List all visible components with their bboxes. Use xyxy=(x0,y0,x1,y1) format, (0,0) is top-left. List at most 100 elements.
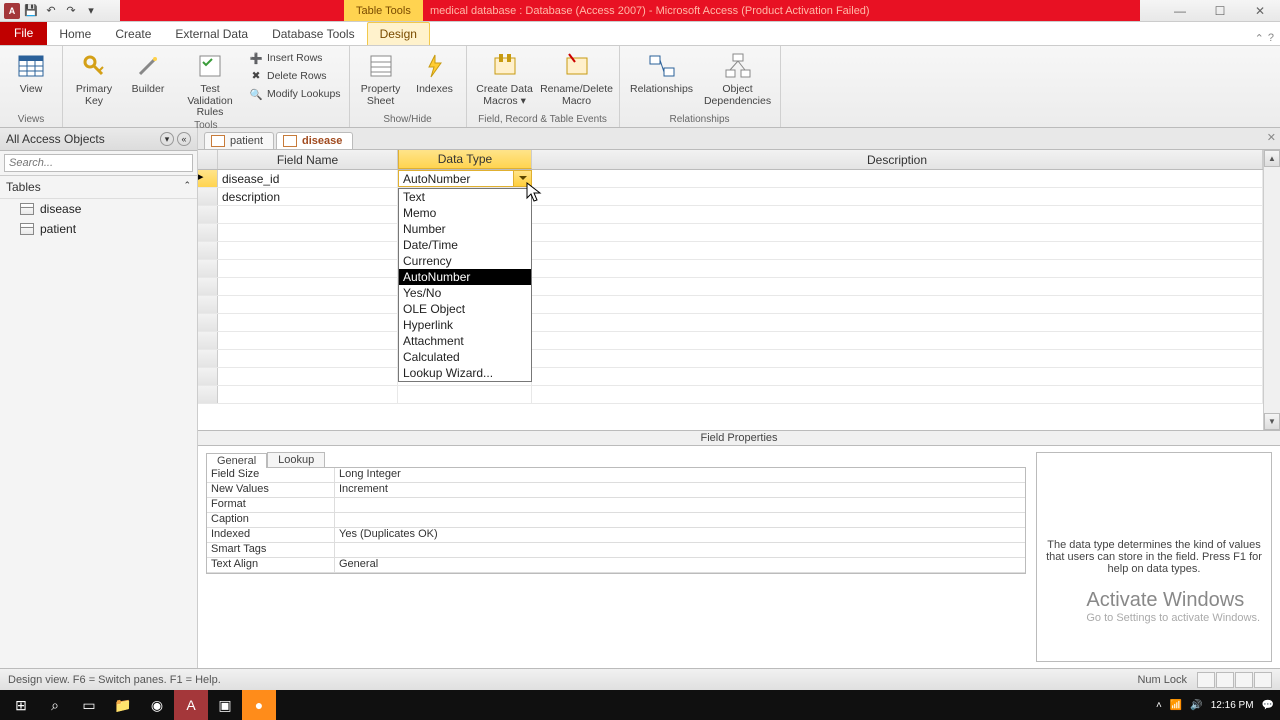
field-property-row[interactable]: Text AlignGeneral xyxy=(207,558,1025,573)
row-selector-header[interactable] xyxy=(198,150,218,169)
datatype-option[interactable]: Memo xyxy=(399,205,531,221)
tab-create[interactable]: Create xyxy=(103,23,163,45)
tray-chevron-icon[interactable]: ˄ xyxy=(1156,700,1162,711)
rename-delete-macro-button[interactable]: Rename/Delete Macro xyxy=(541,48,613,107)
insert-rows-button[interactable]: ➕Insert Rows xyxy=(247,50,343,66)
delete-rows-button[interactable]: ✖Delete Rows xyxy=(247,68,343,84)
nav-item-disease[interactable]: disease xyxy=(0,199,197,219)
tab-home[interactable]: Home xyxy=(47,23,103,45)
nav-collapse-icon[interactable]: « xyxy=(177,132,191,146)
clock[interactable]: 12:16 PM xyxy=(1211,700,1254,711)
indexes-button[interactable]: Indexes xyxy=(410,48,460,96)
help-icon[interactable]: ? xyxy=(1268,32,1274,45)
app-taskbar-icon[interactable]: ● xyxy=(242,690,276,720)
minimize-button[interactable]: — xyxy=(1160,0,1200,22)
ribbon-tabs: File Home Create External Data Database … xyxy=(0,22,1280,46)
field-property-row[interactable]: Smart Tags xyxy=(207,543,1025,558)
datatype-option[interactable]: Number xyxy=(399,221,531,237)
wand-icon xyxy=(132,50,164,82)
nav-dropdown-icon[interactable]: ▾ xyxy=(160,132,174,146)
system-tray[interactable]: ˄ 📶 🔊 12:16 PM 💬 xyxy=(1156,700,1274,711)
close-button[interactable]: ✕ xyxy=(1240,0,1280,22)
fp-tab-lookup[interactable]: Lookup xyxy=(267,452,325,467)
datatype-option[interactable]: Calculated xyxy=(399,349,531,365)
notifications-icon[interactable]: 💬 xyxy=(1262,700,1274,711)
volume-icon[interactable]: 🔊 xyxy=(1190,700,1202,711)
datatype-option[interactable]: AutoNumber xyxy=(399,269,531,285)
start-button[interactable]: ⊞ xyxy=(4,690,38,720)
object-dependencies-button[interactable]: Object Dependencies xyxy=(702,48,774,107)
modify-lookups-button[interactable]: 🔍Modify Lookups xyxy=(247,86,343,102)
nav-group-collapse-icon[interactable]: ⌃ xyxy=(183,180,191,194)
tab-file[interactable]: File xyxy=(0,21,47,45)
qat-dropdown-icon[interactable]: ▾ xyxy=(82,2,100,20)
datatype-dropdown-list[interactable]: TextMemoNumberDate/TimeCurrencyAutoNumbe… xyxy=(398,188,532,382)
minimize-ribbon-icon[interactable]: ⌃ xyxy=(1255,32,1264,45)
datatype-option[interactable]: OLE Object xyxy=(399,301,531,317)
primary-key-button[interactable]: Primary Key xyxy=(69,48,119,107)
maximize-button[interactable]: ☐ xyxy=(1200,0,1240,22)
builder-button[interactable]: Builder xyxy=(123,48,173,96)
datatype-option[interactable]: Yes/No xyxy=(399,285,531,301)
doc-tab-disease[interactable]: disease xyxy=(276,132,353,149)
datatype-option[interactable]: Date/Time xyxy=(399,237,531,253)
app-taskbar-icon[interactable]: ▣ xyxy=(208,690,242,720)
tab-external-data[interactable]: External Data xyxy=(163,23,260,45)
chrome-icon[interactable]: ◉ xyxy=(140,690,174,720)
cell-field-name[interactable]: description xyxy=(218,188,398,205)
scroll-up-icon[interactable]: ▲ xyxy=(1264,150,1280,167)
field-property-row[interactable]: Format xyxy=(207,498,1025,513)
file-explorer-icon[interactable]: 📁 xyxy=(106,690,140,720)
contextual-tab-label: Table Tools xyxy=(344,0,423,21)
row-selector[interactable] xyxy=(198,188,218,205)
macro-icon xyxy=(489,50,521,82)
redo-icon[interactable]: ↷ xyxy=(62,2,80,20)
cell-description[interactable] xyxy=(532,170,1263,187)
design-grid: Field Name Data Type Description ▸ disea… xyxy=(198,150,1263,430)
field-property-row[interactable]: IndexedYes (Duplicates OK) xyxy=(207,528,1025,543)
tab-database-tools[interactable]: Database Tools xyxy=(260,23,367,45)
status-text: Design view. F6 = Switch panes. F1 = Hel… xyxy=(8,674,221,686)
datatype-option[interactable]: Hyperlink xyxy=(399,317,531,333)
search-input[interactable] xyxy=(4,154,193,172)
field-property-row[interactable]: Caption xyxy=(207,513,1025,528)
vertical-scrollbar[interactable]: ▲ ▼ xyxy=(1263,150,1280,430)
col-field-name[interactable]: Field Name xyxy=(218,150,398,169)
create-data-macros-button[interactable]: Create Data Macros ▾ xyxy=(473,48,537,107)
access-taskbar-icon[interactable]: A xyxy=(174,690,208,720)
datatype-option[interactable]: Lookup Wizard... xyxy=(399,365,531,381)
test-validation-button[interactable]: Test Validation Rules xyxy=(177,48,243,119)
network-icon[interactable]: 📶 xyxy=(1170,700,1182,711)
lightning-icon xyxy=(419,50,451,82)
view-button[interactable]: View xyxy=(6,48,56,96)
search-icon[interactable]: ⌕ xyxy=(38,690,72,720)
cell-field-name[interactable]: disease_id xyxy=(218,170,398,187)
field-property-row[interactable]: Field SizeLong Integer xyxy=(207,468,1025,483)
save-icon[interactable]: 💾 xyxy=(22,2,40,20)
title-bar: A 💾 ↶ ↷ ▾ Table Tools medical database :… xyxy=(0,0,1280,22)
col-description[interactable]: Description xyxy=(532,150,1263,169)
datatype-option[interactable]: Text xyxy=(399,189,531,205)
datatype-dropdown-button[interactable] xyxy=(513,171,531,186)
cell-description[interactable] xyxy=(532,188,1263,205)
tab-design[interactable]: Design xyxy=(367,22,430,45)
undo-icon[interactable]: ↶ xyxy=(42,2,60,20)
doc-tab-patient[interactable]: patient xyxy=(204,132,274,149)
fp-tab-general[interactable]: General xyxy=(206,453,267,468)
close-tab-icon[interactable]: ✕ xyxy=(1267,131,1276,144)
field-property-row[interactable]: New ValuesIncrement xyxy=(207,483,1025,498)
relationships-button[interactable]: Relationships xyxy=(626,48,698,96)
grid-row: description xyxy=(198,188,1263,206)
cell-data-type[interactable]: AutoNumber xyxy=(398,170,532,187)
view-shortcuts[interactable] xyxy=(1197,672,1272,688)
scroll-down-icon[interactable]: ▼ xyxy=(1264,413,1280,430)
datatype-option[interactable]: Currency xyxy=(399,253,531,269)
task-view-icon[interactable]: ▭ xyxy=(72,690,106,720)
datatype-option[interactable]: Attachment xyxy=(399,333,531,349)
nav-header[interactable]: All Access Objects xyxy=(6,132,105,146)
row-selector[interactable]: ▸ xyxy=(198,170,218,187)
property-sheet-button[interactable]: Property Sheet xyxy=(356,48,406,107)
nav-group-tables[interactable]: Tables xyxy=(6,180,41,194)
col-data-type[interactable]: Data Type xyxy=(398,150,532,169)
nav-item-patient[interactable]: patient xyxy=(0,219,197,239)
